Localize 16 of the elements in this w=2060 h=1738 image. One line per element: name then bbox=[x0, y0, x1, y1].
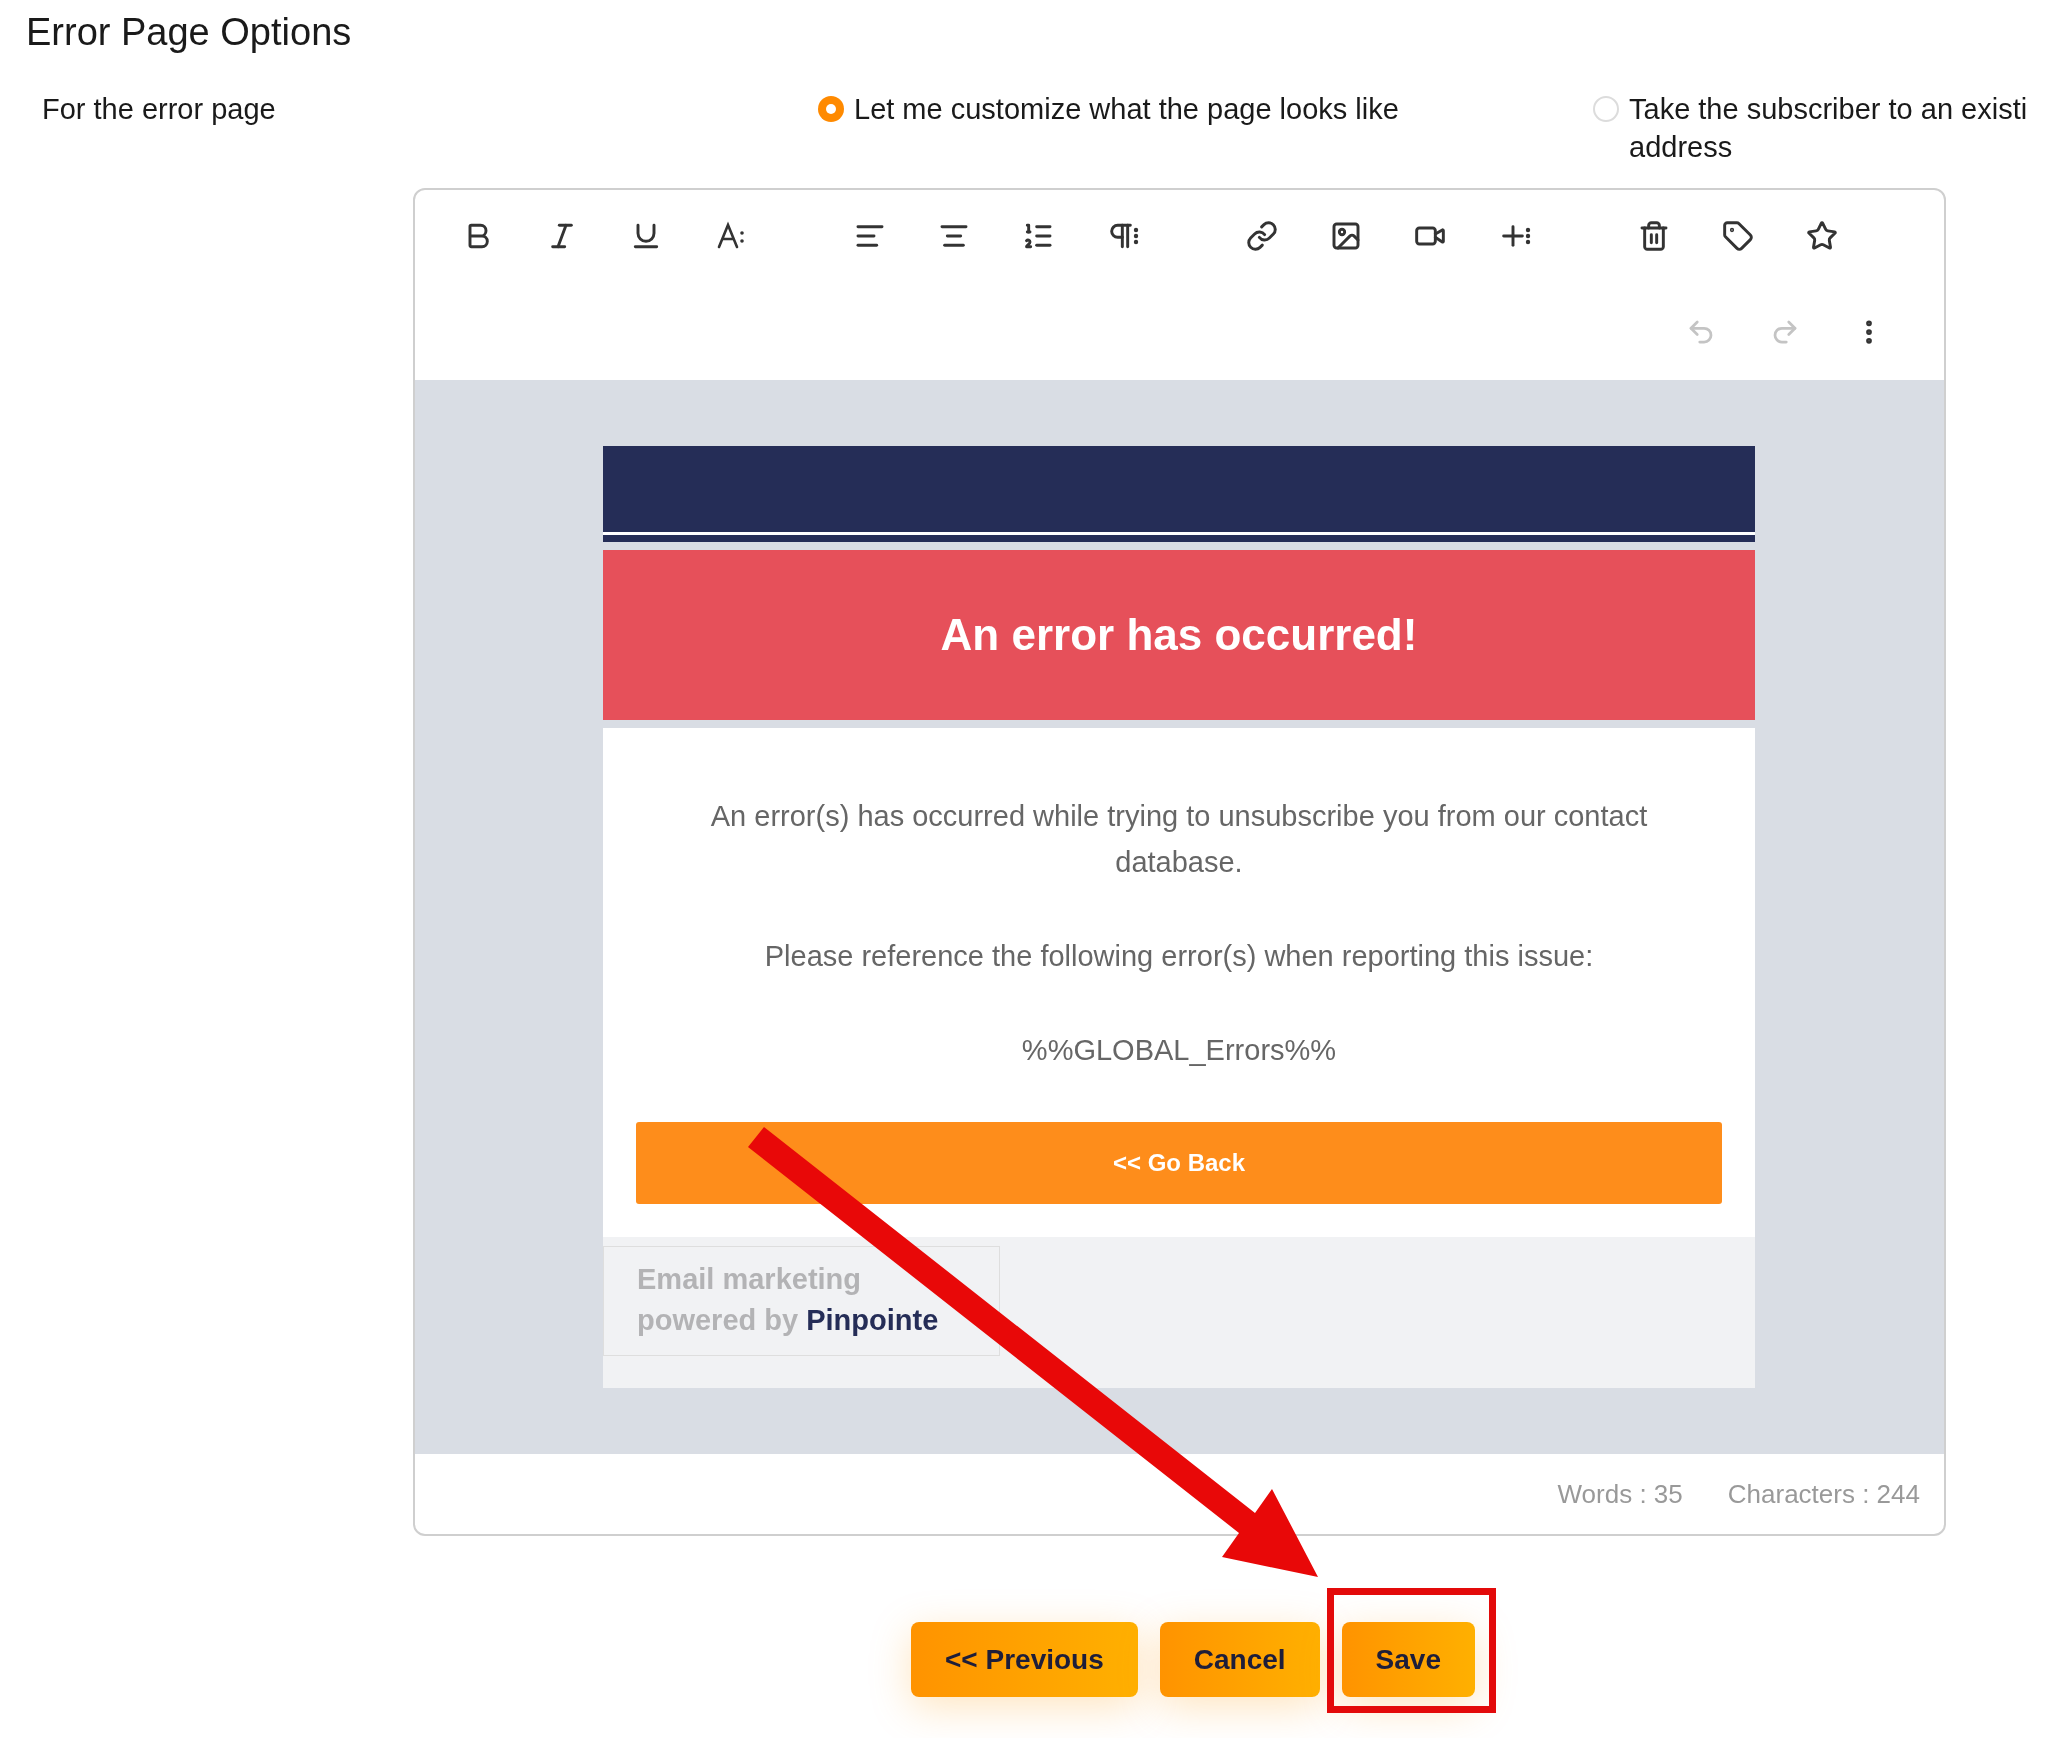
error-heading: An error has occurred! bbox=[940, 609, 1418, 661]
radio-button[interactable] bbox=[1593, 96, 1619, 122]
option-label: For the error page bbox=[42, 92, 277, 127]
footer-credit: Email marketing powered by Pinpointe bbox=[603, 1246, 1000, 1356]
body-paragraph: Please reference the following error(s) when reporting this issue: bbox=[763, 939, 1595, 974]
body-paragraph: An error(s) has occurred while trying to unsubscribe you from our contact database. bbox=[709, 799, 1649, 880]
radio-label[interactable]: Take the subscriber to an existi address bbox=[1629, 90, 2028, 166]
action-button[interactable]: << Previous bbox=[911, 1622, 1138, 1697]
radio-button[interactable] bbox=[818, 96, 844, 122]
count-label: Characters : 244 bbox=[1727, 1477, 1920, 1511]
action-button[interactable]: Cancel bbox=[1159, 1622, 1320, 1697]
action-button[interactable]: Save bbox=[1341, 1622, 1475, 1697]
page-title: Error Page Options bbox=[26, 10, 352, 55]
radio-label[interactable]: Let me customize what the page looks like bbox=[854, 90, 1399, 128]
count-label: Words : 35 bbox=[1557, 1477, 1683, 1511]
body-paragraph: %%GLOBAL_Errors%% bbox=[1020, 1033, 1338, 1068]
